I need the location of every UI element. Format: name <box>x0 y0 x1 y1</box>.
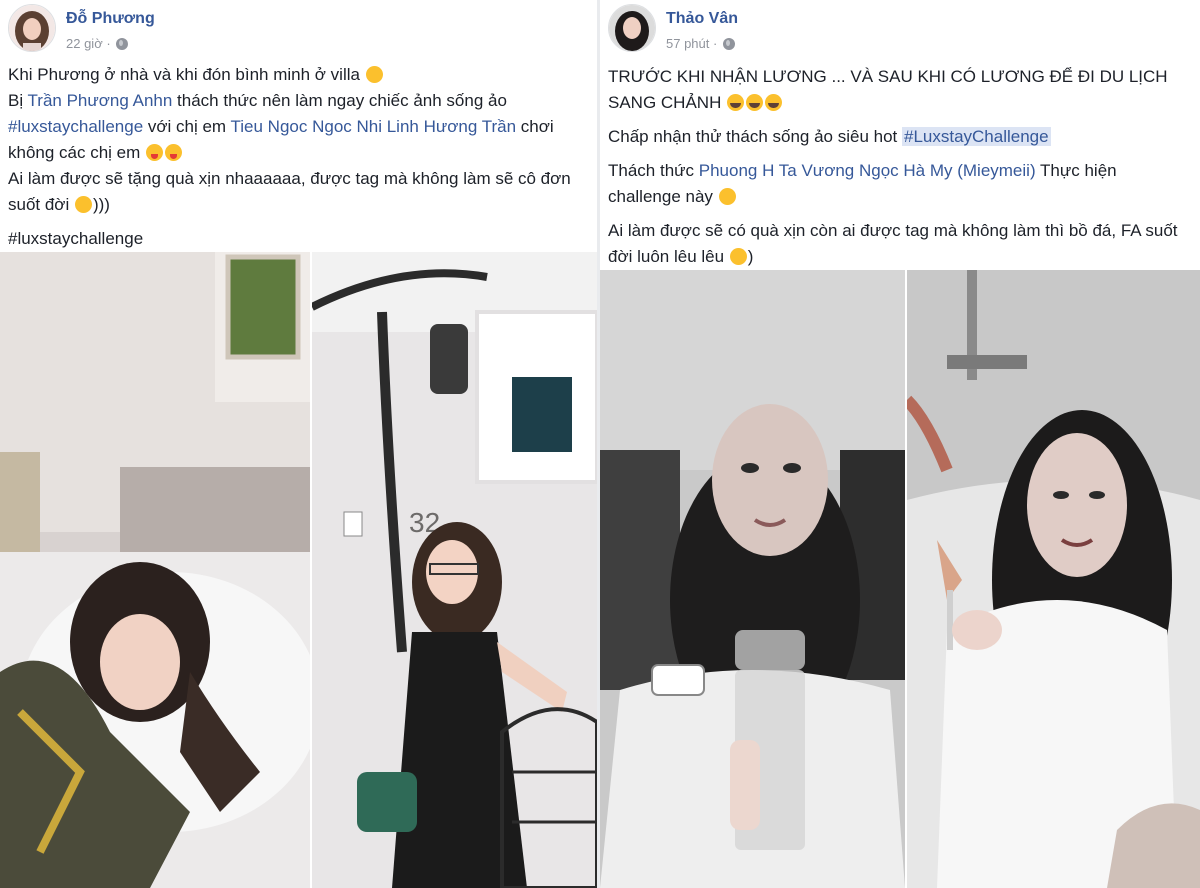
post-time[interactable]: 22 giờ · <box>66 36 129 51</box>
tagged-person-link[interactable]: Trần Phương Anhn <box>28 91 173 110</box>
emoji-icon <box>718 188 736 205</box>
post-text: với chị em <box>143 117 231 136</box>
post-thao-van: Thảo Vân 57 phút · TRƯỚC KHI NHẬN LƯƠNG … <box>600 0 1200 888</box>
post-body: TRƯỚC KHI NHẬN LƯƠNG ... VÀ SAU KHI CÓ L… <box>608 64 1192 278</box>
hashtag-link[interactable]: #luxstaychallenge <box>8 117 143 136</box>
tagged-friends-link[interactable]: Phuong H Ta Vương Ngọc Hà My (Mieymeii) <box>699 161 1036 180</box>
post-text: Bị <box>8 91 28 110</box>
photo-before[interactable] <box>600 270 905 888</box>
photo-after[interactable] <box>907 270 1200 888</box>
timestamp[interactable]: 22 giờ · <box>66 36 111 51</box>
post-do-phuong: Đỗ Phương 22 giờ · Khi Phương ở nhà và k… <box>0 0 597 888</box>
emoji-icon <box>365 66 383 83</box>
laughing-emoji-icon <box>765 94 783 111</box>
photo-outdoor[interactable]: 32 <box>312 252 597 888</box>
avatar[interactable] <box>608 4 656 52</box>
post-text: Thách thức <box>608 161 699 180</box>
post-text: Ai làm được sẽ có quà xịn còn ai được ta… <box>608 221 1178 266</box>
laughing-emoji-icon <box>746 94 764 111</box>
hashtag-link[interactable]: #LuxstayChallenge <box>901 127 1051 146</box>
tongue-emoji-icon <box>146 144 164 161</box>
hashtag-link[interactable]: #luxstaychallenge <box>8 229 143 248</box>
post-text-line: Khi Phương ở nhà và khi đón bình minh ở … <box>8 65 365 84</box>
post-text-line: TRƯỚC KHI NHẬN LƯƠNG ... VÀ SAU KHI CÓ L… <box>608 67 1168 112</box>
post-text: Chấp nhận thử thách sống ảo siêu hot <box>608 127 902 146</box>
author-name[interactable]: Thảo Vân <box>666 10 738 28</box>
post-text: ))) <box>92 195 110 214</box>
post-time[interactable]: 57 phút · <box>666 36 735 51</box>
emoji-icon <box>74 196 92 213</box>
emoji-icon <box>729 248 747 265</box>
globe-icon <box>116 38 129 50</box>
avatar[interactable] <box>8 4 56 52</box>
post-text: ) <box>747 247 754 266</box>
tongue-emoji-icon <box>165 144 183 161</box>
globe-icon <box>722 38 735 50</box>
tagged-friends-link[interactable]: Tieu Ngoc Ngoc Nhi Linh Hương Trần <box>231 117 517 136</box>
author-name[interactable]: Đỗ Phương <box>66 10 155 28</box>
photo-bedroom[interactable] <box>0 252 310 888</box>
post-text: thách thức nên làm ngay chiếc ảnh sống ả… <box>172 91 507 110</box>
timestamp[interactable]: 57 phút · <box>666 36 717 51</box>
laughing-emoji-icon <box>727 94 745 111</box>
post-body: Khi Phương ở nhà và khi đón bình minh ở … <box>8 62 589 260</box>
